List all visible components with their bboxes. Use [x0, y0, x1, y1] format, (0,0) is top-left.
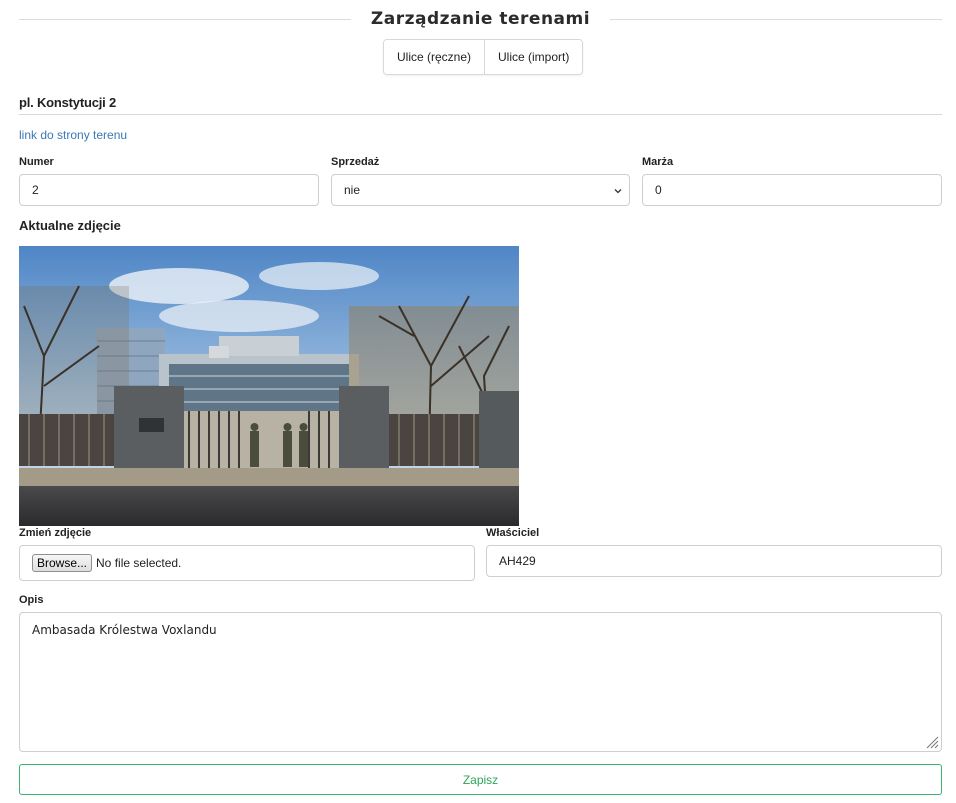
marza-value: 0: [655, 183, 662, 197]
resize-grip-icon[interactable]: [925, 735, 939, 749]
tab-streets-manual[interactable]: Ulice (ręczne): [384, 40, 485, 74]
header-divider-left: [19, 18, 351, 20]
numer-value: 2: [32, 183, 39, 197]
save-button[interactable]: Zapisz: [19, 764, 942, 795]
marza-input[interactable]: 0: [642, 174, 942, 206]
property-photo: [19, 246, 519, 526]
mode-tabs: Ulice (ręczne) Ulice (import): [383, 39, 584, 75]
numer-label: Numer: [19, 156, 54, 168]
page-title: Zarządzanie terenami: [370, 9, 591, 29]
property-page-link[interactable]: link do strony terenu: [19, 128, 127, 142]
current-photo-heading: Aktualne zdjęcie: [19, 218, 121, 233]
owner-label: Właściciel: [486, 527, 540, 539]
sprzedaz-select[interactable]: nie: [331, 174, 630, 206]
file-status: No file selected.: [96, 556, 182, 570]
description-label: Opis: [19, 594, 44, 606]
header-divider-right: [610, 18, 942, 20]
browse-button[interactable]: Browse...: [32, 554, 93, 572]
tab-streets-import[interactable]: Ulice (import): [484, 40, 583, 74]
page-header: Zarządzanie terenami: [19, 6, 942, 32]
chevron-down-icon: [614, 189, 622, 194]
sprzedaz-label: Sprzedaż: [331, 156, 380, 168]
marza-label: Marża: [642, 156, 674, 168]
owner-value: AH429: [499, 554, 536, 568]
description-textarea[interactable]: Ambasada Królestwa Voxlandu: [19, 612, 942, 752]
property-name: pl. Konstytucji 2: [19, 95, 942, 115]
owner-input[interactable]: AH429: [486, 545, 942, 577]
numer-input[interactable]: 2: [19, 174, 319, 206]
photo-file-input[interactable]: Browse... No file selected.: [19, 545, 475, 581]
change-photo-label: Zmień zdjęcie: [19, 527, 92, 539]
sprzedaz-value: nie: [344, 183, 361, 197]
description-value: Ambasada Królestwa Voxlandu: [32, 623, 217, 637]
